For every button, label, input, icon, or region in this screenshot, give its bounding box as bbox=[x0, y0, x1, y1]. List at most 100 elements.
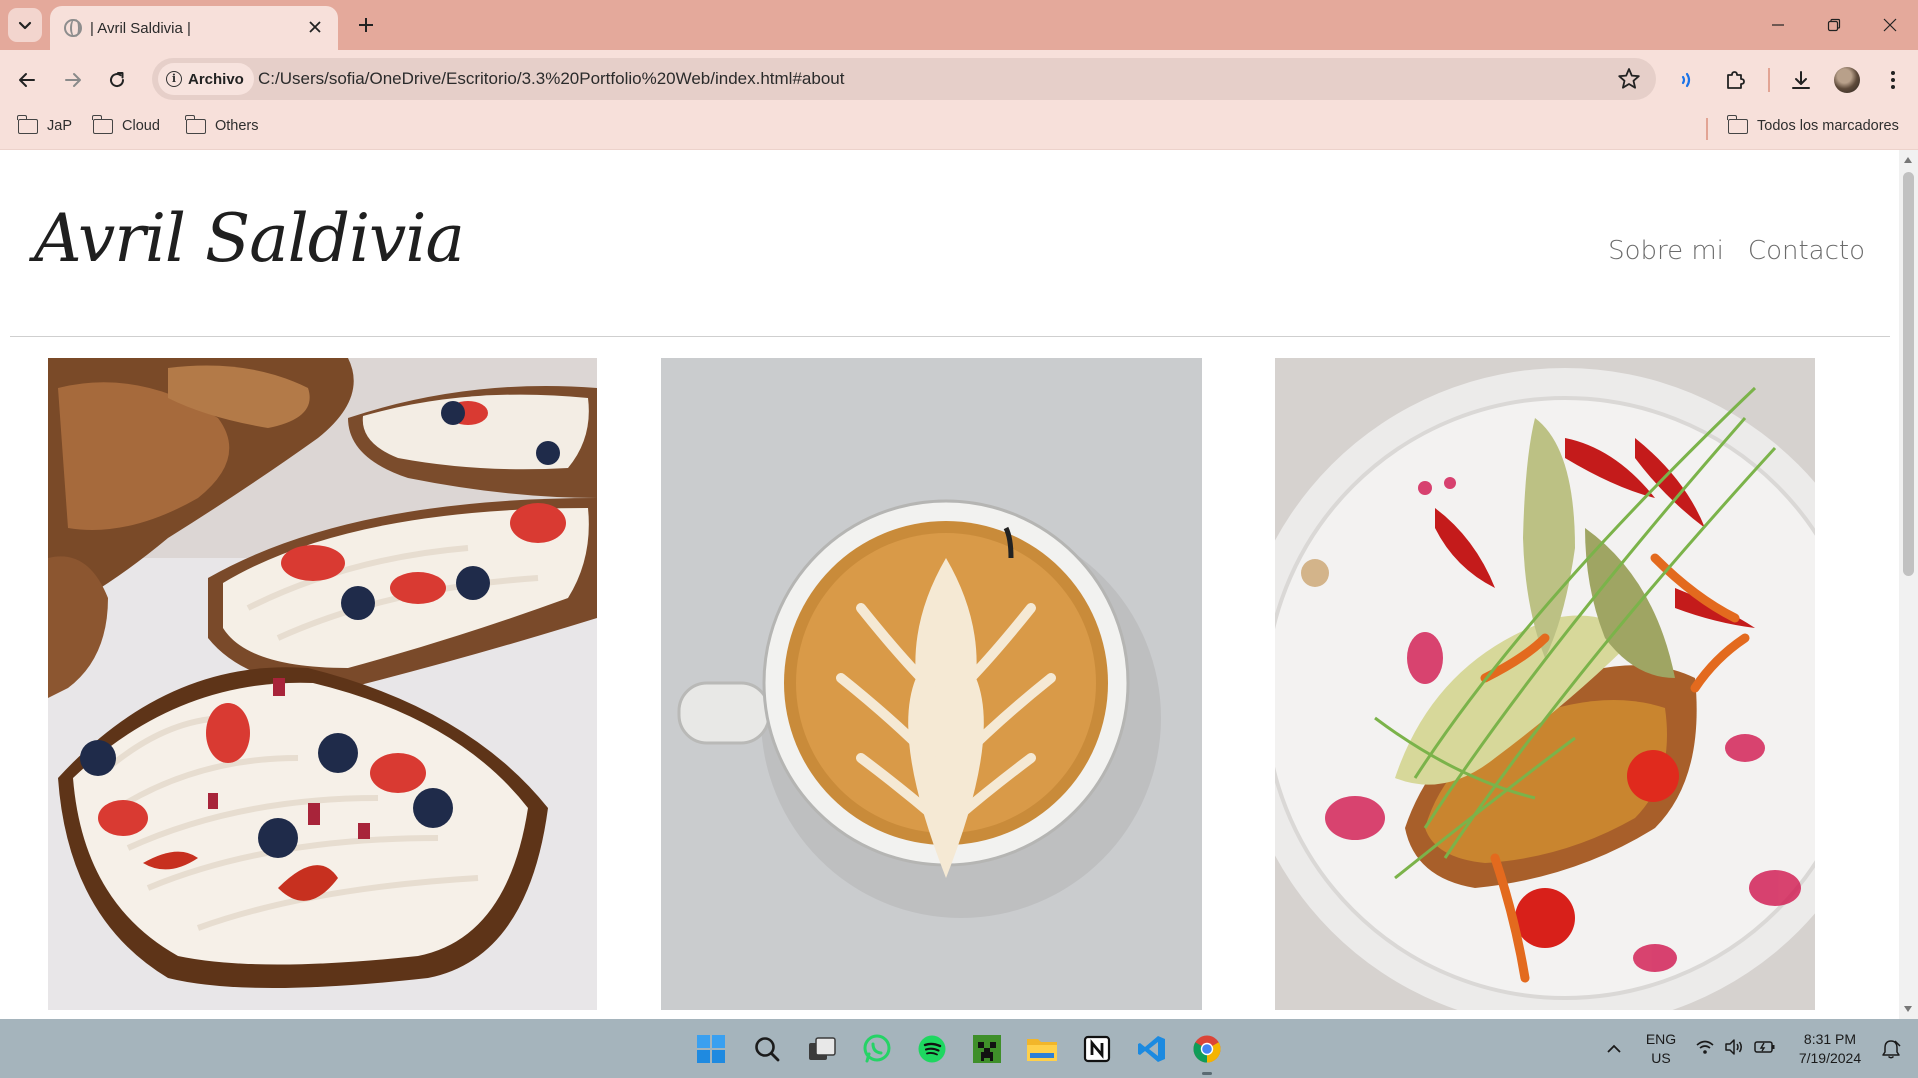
folder-icon bbox=[17, 114, 38, 134]
taskbar-app-vscode[interactable] bbox=[1133, 1030, 1171, 1068]
file-explorer-icon bbox=[1027, 1039, 1057, 1061]
gallery-photo-salad[interactable] bbox=[1275, 358, 1815, 1010]
clock-time: 8:31 PM bbox=[1803, 1031, 1857, 1047]
bookmark-label: JaP bbox=[47, 118, 72, 134]
minimize-button[interactable] bbox=[1758, 10, 1798, 40]
nav-link-sobre-mi[interactable]: Sobre mi bbox=[1608, 236, 1724, 266]
all-bookmarks-button[interactable]: Todos los marcadores bbox=[1727, 114, 1899, 134]
forward-button[interactable] bbox=[56, 63, 90, 97]
search-icon bbox=[755, 1037, 780, 1062]
bookmark-folder-jap[interactable]: JaP bbox=[17, 114, 72, 134]
minimize-icon bbox=[1772, 24, 1784, 26]
taskbar-app-notion[interactable] bbox=[1078, 1030, 1116, 1068]
close-window-button[interactable] bbox=[1870, 10, 1910, 40]
plus-icon bbox=[359, 18, 373, 32]
avatar bbox=[1834, 67, 1860, 93]
show-hidden-icons-button[interactable] bbox=[1604, 1039, 1624, 1059]
downloads-button[interactable] bbox=[1784, 63, 1818, 97]
scroll-down-arrow-icon[interactable] bbox=[1904, 1006, 1912, 1012]
language-line-1: ENG bbox=[1645, 1031, 1677, 1047]
site-nav: Sobre mi Contacto bbox=[1608, 236, 1865, 266]
toolbar-divider bbox=[1768, 68, 1770, 92]
bookmark-folder-others[interactable]: Others bbox=[185, 114, 259, 134]
extensions-button[interactable] bbox=[1718, 63, 1752, 97]
notification-bell-icon bbox=[1882, 1040, 1901, 1059]
bookmark-label: Cloud bbox=[122, 118, 160, 134]
clock-date: 7/19/2024 bbox=[1798, 1050, 1862, 1066]
gallery-photo-latte[interactable] bbox=[661, 358, 1202, 1010]
back-button[interactable] bbox=[10, 63, 44, 97]
taskbar-app-file-explorer[interactable] bbox=[1023, 1030, 1061, 1068]
spotify-icon bbox=[918, 1035, 946, 1063]
chevron-down-icon bbox=[18, 21, 32, 30]
language-line-2: US bbox=[1651, 1050, 1671, 1066]
tab-title: | Avril Saldivia | bbox=[90, 20, 191, 37]
restore-button[interactable] bbox=[1814, 10, 1854, 40]
folder-icon bbox=[185, 114, 206, 134]
arrow-left-icon bbox=[19, 73, 35, 87]
nav-link-contacto[interactable]: Contacto bbox=[1748, 236, 1865, 266]
browser-toolbar: i Archivo C:/Users/sofia/OneDrive/Escrit… bbox=[0, 50, 1918, 108]
site-info-chip[interactable]: i Archivo bbox=[158, 63, 254, 95]
whatsapp-icon bbox=[863, 1034, 891, 1063]
bookmarks-bar: JaP Cloud Others Todos los marcadores bbox=[0, 108, 1918, 150]
site-logo[interactable]: Avril Saldivia bbox=[34, 200, 465, 277]
page-viewport: Avril Saldivia Sobre mi Contacto bbox=[0, 150, 1899, 1019]
chevron-up-icon bbox=[1607, 1044, 1621, 1053]
globe-icon bbox=[64, 19, 82, 37]
bookmark-star-icon[interactable] bbox=[1616, 66, 1642, 92]
scroll-up-arrow-icon[interactable] bbox=[1904, 157, 1912, 163]
wifi-icon bbox=[1696, 1040, 1714, 1054]
close-icon bbox=[1883, 18, 1897, 32]
download-icon bbox=[1792, 71, 1810, 89]
page-scrollbar[interactable] bbox=[1899, 150, 1918, 1019]
reload-button[interactable] bbox=[100, 63, 134, 97]
active-tab[interactable]: | Avril Saldivia | bbox=[50, 6, 338, 50]
clock[interactable]: 8:31 PM 7/19/2024 bbox=[1788, 1030, 1872, 1068]
site-info-label: Archivo bbox=[188, 70, 244, 88]
browser-menu-button[interactable] bbox=[1876, 63, 1910, 97]
reload-icon bbox=[110, 72, 125, 88]
minecraft-icon bbox=[973, 1035, 1001, 1063]
header-divider bbox=[10, 336, 1890, 337]
windows-taskbar: ENG US 8:31 PM 7/19/2024 bbox=[0, 1019, 1918, 1078]
restore-icon bbox=[1827, 18, 1841, 32]
bookmark-folder-cloud[interactable]: Cloud bbox=[92, 114, 160, 134]
start-button[interactable] bbox=[692, 1030, 730, 1068]
taskbar-app-whatsapp[interactable] bbox=[858, 1030, 896, 1068]
taskbar-app-minecraft[interactable] bbox=[968, 1030, 1006, 1068]
address-bar[interactable]: i Archivo C:/Users/sofia/OneDrive/Escrit… bbox=[152, 58, 1656, 100]
arrow-right-icon bbox=[65, 73, 81, 87]
read-aloud-icon bbox=[1681, 72, 1691, 88]
bookmarks-divider bbox=[1706, 118, 1708, 140]
latte-image bbox=[661, 358, 1202, 1010]
all-bookmarks-label: Todos los marcadores bbox=[1757, 118, 1899, 134]
taskbar-app-spotify[interactable] bbox=[913, 1030, 951, 1068]
new-tab-button[interactable] bbox=[352, 11, 380, 39]
chrome-icon bbox=[1193, 1035, 1221, 1063]
vscode-icon bbox=[1138, 1036, 1165, 1062]
profile-button[interactable] bbox=[1830, 63, 1864, 97]
tab-search-button[interactable] bbox=[8, 8, 42, 42]
puzzle-icon bbox=[1727, 71, 1745, 89]
bookmark-label: Others bbox=[215, 118, 259, 134]
scroll-thumb[interactable] bbox=[1903, 172, 1914, 576]
task-view-button[interactable] bbox=[803, 1030, 841, 1068]
salad-image bbox=[1275, 358, 1815, 1010]
pastries-image bbox=[48, 358, 597, 1010]
battery-icon bbox=[1754, 1041, 1775, 1053]
volume-icon bbox=[1725, 1039, 1742, 1055]
url-text[interactable]: C:/Users/sofia/OneDrive/Escritorio/3.3%2… bbox=[258, 69, 844, 89]
notifications-button[interactable] bbox=[1880, 1038, 1902, 1060]
taskbar-app-chrome[interactable] bbox=[1188, 1030, 1226, 1075]
windows-start-icon bbox=[697, 1035, 725, 1063]
notion-icon bbox=[1083, 1035, 1111, 1063]
input-language-indicator[interactable]: ENG US bbox=[1644, 1030, 1678, 1068]
system-tray-icons[interactable] bbox=[1696, 1038, 1776, 1056]
task-view-icon bbox=[809, 1037, 836, 1060]
read-aloud-button[interactable] bbox=[1672, 63, 1706, 97]
tab-close-button[interactable] bbox=[304, 16, 326, 38]
taskbar-search[interactable] bbox=[748, 1030, 786, 1068]
folder-icon bbox=[1727, 114, 1748, 134]
gallery-photo-pastries[interactable] bbox=[48, 358, 597, 1010]
